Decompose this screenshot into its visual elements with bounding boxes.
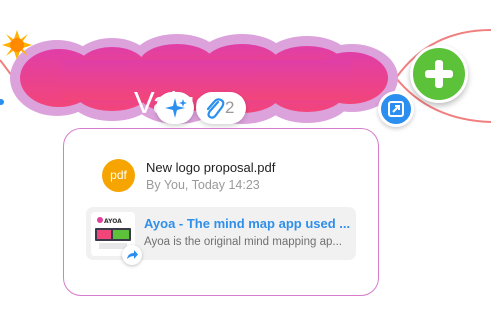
link-card[interactable]: AYOA Ayoa - The mind map app used ... Ay…: [86, 207, 356, 265]
thumbnail-brand: AYOA: [104, 218, 122, 225]
paperclip-icon: [206, 98, 225, 119]
link-description: Ayoa is the original mind mapping ap...: [144, 236, 342, 248]
sparkle-icon: [165, 98, 187, 118]
sun-icon: [2, 30, 32, 60]
link-title[interactable]: Ayoa - The mind map app used ...: [144, 216, 350, 231]
attachments-button[interactable]: 2: [196, 92, 246, 124]
file-name[interactable]: New logo proposal.pdf: [146, 160, 275, 175]
add-node-button[interactable]: [410, 45, 468, 103]
file-meta: By You, Today 14:23: [146, 178, 260, 192]
plus-icon: [425, 60, 453, 88]
attachments-popup: pdf New logo proposal.pdf By You, Today …: [63, 128, 379, 296]
share-arrow-icon[interactable]: [122, 245, 142, 265]
focus-node-button[interactable]: [378, 91, 414, 127]
pdf-file-icon: pdf: [102, 159, 135, 192]
attachment-count: 2: [225, 98, 235, 117]
focus-square-icon: [388, 101, 404, 117]
magic-button[interactable]: [156, 92, 194, 124]
